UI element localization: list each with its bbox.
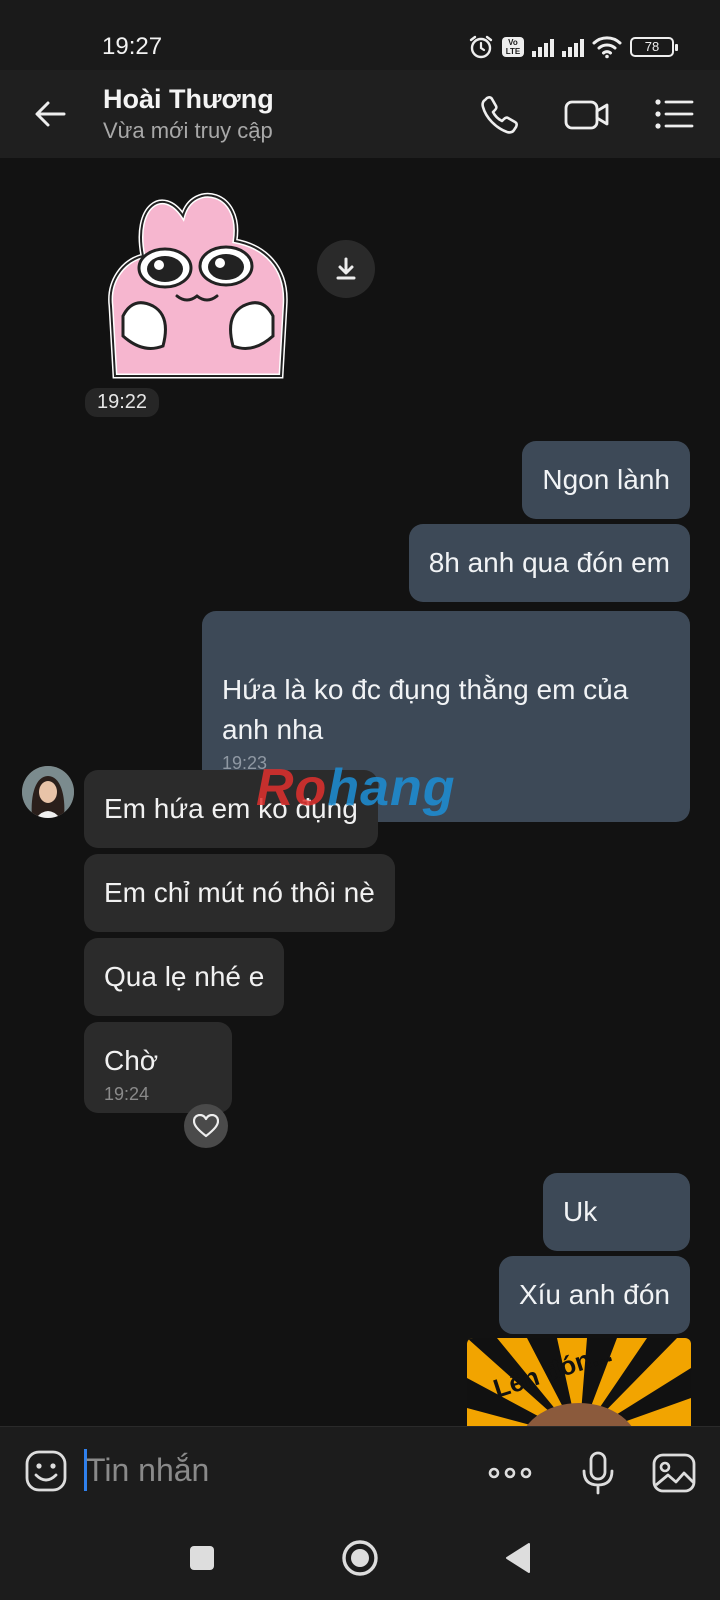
emoji-icon[interactable] bbox=[24, 1449, 68, 1493]
message-bubble-out[interactable]: Ngon lành bbox=[522, 441, 690, 519]
watermark-part-2: hang bbox=[327, 759, 456, 817]
contact-avatar[interactable] bbox=[22, 766, 74, 818]
message-bubble-out[interactable]: Xíu anh đón bbox=[498, 1256, 690, 1334]
avatar-photo bbox=[22, 766, 74, 818]
volte-icon: Vo LTE bbox=[502, 37, 524, 57]
sticker-timestamp: 19:22 bbox=[85, 388, 160, 417]
contact-status: Vừa mới truy cập bbox=[103, 118, 273, 143]
system-nav-bar bbox=[0, 1514, 720, 1600]
message-bubble-out[interactable]: Uk bbox=[543, 1173, 690, 1251]
message-input[interactable] bbox=[86, 1445, 466, 1495]
signal-icon bbox=[532, 37, 554, 57]
download-icon bbox=[336, 257, 356, 280]
message-bubble-in[interactable]: Em chỉ mút nó thôi nè bbox=[84, 854, 395, 932]
message-timestamp: 19:24 bbox=[104, 1084, 150, 1104]
signal-icon-2 bbox=[562, 37, 584, 57]
circle-icon bbox=[342, 1540, 378, 1576]
watermark-logo: Rohang bbox=[256, 758, 456, 818]
square-icon bbox=[190, 1546, 214, 1570]
back-button[interactable] bbox=[496, 1536, 540, 1580]
download-button[interactable] bbox=[317, 240, 375, 298]
message-bubble-in[interactable]: Chờ 19:24 bbox=[84, 1022, 232, 1113]
triangle-back-icon bbox=[506, 1543, 530, 1573]
bunny-sticker[interactable] bbox=[103, 186, 293, 380]
message-text: Hứa là ko đc đụng thằng em của anh nha bbox=[222, 674, 629, 745]
message-bubble-out[interactable]: 8h anh qua đón em bbox=[408, 524, 690, 602]
message-list[interactable]: 19:22 Ngon lành 8h anh qua đón em Hứa là… bbox=[0, 158, 720, 1426]
more-options-icon[interactable] bbox=[486, 1449, 534, 1497]
watermark-part-1: Ro bbox=[256, 759, 328, 817]
microphone-icon[interactable] bbox=[574, 1449, 622, 1497]
image-message[interactable]: Lên đón... bbox=[467, 1338, 691, 1426]
status-bar: 19:27 Vo LTE 78 bbox=[0, 0, 720, 70]
alarm-icon bbox=[469, 35, 493, 59]
message-text: Chờ bbox=[104, 1045, 159, 1076]
wifi-icon bbox=[592, 36, 622, 59]
home-button[interactable] bbox=[338, 1536, 382, 1580]
back-arrow-icon[interactable] bbox=[30, 94, 70, 134]
message-bubble-in[interactable]: Qua lẹ nhé e bbox=[84, 938, 285, 1016]
status-icons: Vo LTE 78 bbox=[468, 34, 678, 60]
phone-icon[interactable] bbox=[478, 92, 522, 136]
contact-name[interactable]: Hoài Thương bbox=[103, 84, 274, 115]
status-time: 19:27 bbox=[102, 33, 163, 60]
heart-icon bbox=[193, 1114, 219, 1138]
video-call-icon[interactable] bbox=[563, 92, 611, 136]
react-button[interactable] bbox=[184, 1104, 228, 1148]
recent-apps-button[interactable] bbox=[180, 1536, 224, 1580]
chat-header: Hoài Thương Vừa mới truy cập bbox=[0, 70, 720, 158]
menu-list-icon[interactable] bbox=[652, 92, 696, 136]
gallery-icon[interactable] bbox=[650, 1449, 698, 1497]
message-composer bbox=[0, 1426, 720, 1514]
meme-image: Lên đón... bbox=[467, 1338, 691, 1426]
battery-icon: 78 bbox=[630, 37, 678, 57]
